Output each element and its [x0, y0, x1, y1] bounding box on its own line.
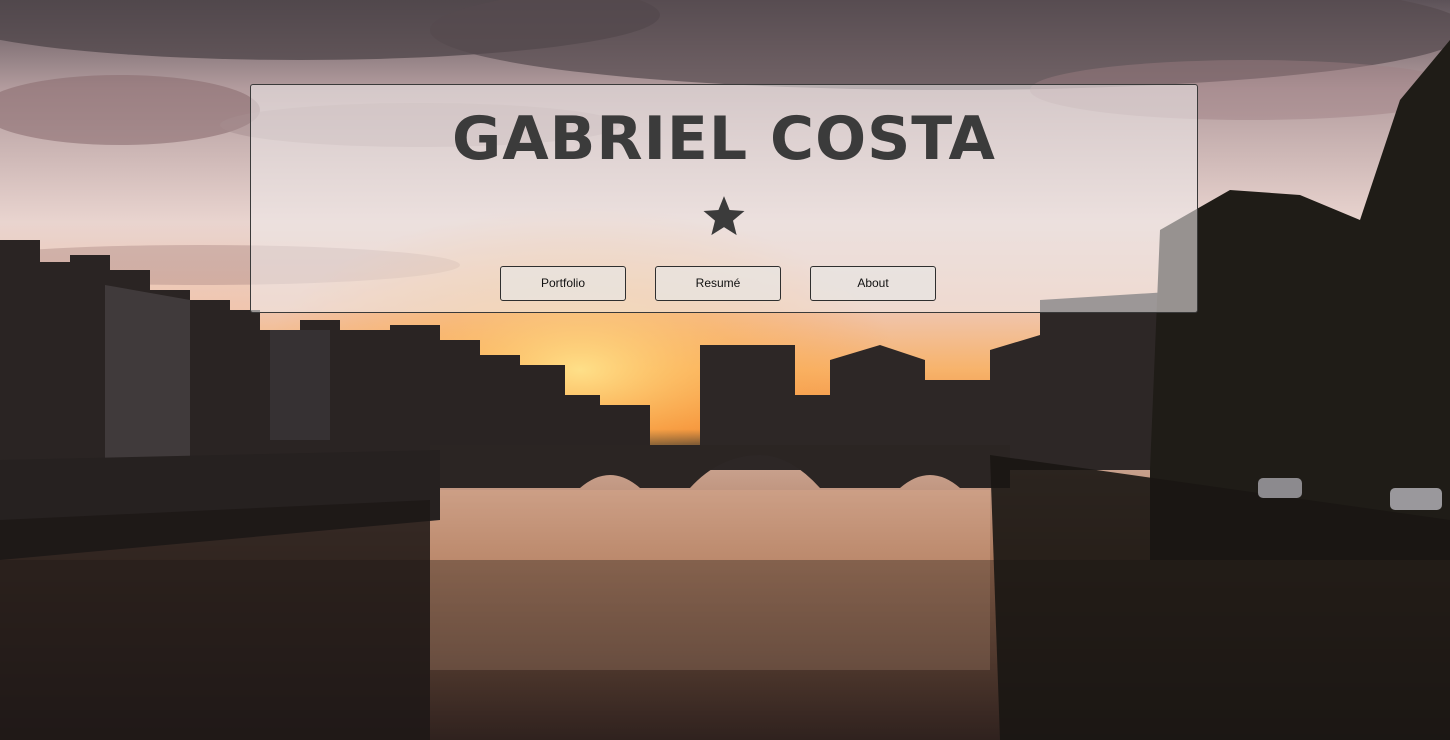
resume-button[interactable]: Resumé [655, 266, 781, 301]
about-button[interactable]: About [810, 266, 936, 301]
site-title: Gabriel Costa [451, 104, 996, 174]
main-nav: Portfolio Resumé About [500, 266, 940, 302]
page: Gabriel Costa Portfolio Resumé About [0, 0, 1450, 740]
portfolio-button[interactable]: Portfolio [500, 266, 626, 301]
hero-card: Gabriel Costa Portfolio Resumé About [250, 84, 1198, 313]
star-icon [703, 196, 745, 236]
